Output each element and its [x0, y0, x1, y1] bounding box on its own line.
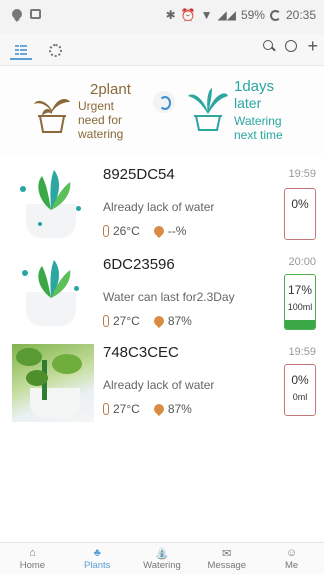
thermometer-icon — [103, 315, 109, 327]
nav-plants[interactable]: ♣ Plants — [65, 543, 130, 574]
water-level-indicator: 0% 0ml — [284, 364, 316, 416]
next-watering-summary: 1days later Watering next time — [186, 78, 316, 148]
nav-me-label: Me — [284, 560, 299, 571]
nav-home-label: Home — [19, 560, 46, 571]
water-level-volume: 0ml — [292, 392, 308, 402]
water-level-percent: 0% — [291, 197, 309, 211]
add-icon[interactable]: + — [307, 37, 318, 55]
water-level-volume: 100ml — [287, 302, 313, 312]
watering-summary: 2plant Urgent need for watering 1days la… — [0, 66, 324, 156]
home-icon: ⌂ — [29, 547, 36, 559]
image-notification-icon — [30, 9, 41, 19]
nav-message-label: Message — [207, 560, 247, 571]
signal-icon: ◢◢ — [217, 8, 236, 22]
urgent-desc-line2: need for — [78, 113, 123, 127]
healthy-plant-icon — [188, 88, 228, 131]
nav-home[interactable]: ⌂ Home — [0, 543, 65, 574]
battery-percent: 59% — [240, 8, 265, 22]
next-desc-line1: later — [234, 95, 262, 111]
app-header: + — [0, 34, 324, 66]
last-update-time: 19:59 — [288, 168, 316, 180]
plant-status: Already lack of water — [103, 200, 215, 214]
plant-status: Water can last for2.3Day — [103, 290, 235, 304]
device-ring-icon — [48, 43, 62, 57]
urgent-desc-line1: Urgent — [78, 99, 115, 113]
plant-thumbnail — [16, 256, 86, 330]
wifi-icon: ▼ — [200, 8, 213, 22]
circle-icon[interactable] — [285, 40, 298, 52]
urgent-summary: 2plant Urgent need for watering — [32, 78, 152, 148]
list-grid-icon — [15, 44, 27, 55]
humidity-icon — [151, 223, 166, 239]
nav-plants-label: Plants — [83, 560, 111, 571]
humidity-icon — [151, 313, 166, 329]
plant-row[interactable]: 8925DC54 Already lack of water 26°C --% … — [0, 160, 324, 246]
nav-watering-label: Watering — [143, 560, 181, 571]
status-bar: ✱ ⏰ ▼ ◢◢ 59% 20:35 — [0, 0, 324, 34]
tab-device-view[interactable] — [44, 40, 66, 60]
plant-row[interactable]: 6DC23596 Water can last for2.3Day 27°C 8… — [0, 250, 324, 336]
clock: 20:35 — [285, 8, 316, 22]
urgent-desc-line3: watering — [78, 127, 124, 141]
humidity-icon — [151, 401, 166, 417]
plant-id: 748C3CEC — [103, 344, 179, 361]
nav-me[interactable]: ☺ Me — [259, 543, 324, 574]
battery-icon — [269, 9, 281, 21]
plant-status: Already lack of water — [103, 378, 215, 392]
plants-icon: ♣ — [93, 547, 101, 559]
watering-can-icon: ⛲ — [155, 547, 169, 560]
nav-watering[interactable]: ⛲ Watering — [130, 543, 195, 574]
water-level-indicator: 0% — [284, 188, 316, 240]
last-update-time: 19:59 — [288, 346, 316, 358]
notification-icon — [12, 9, 22, 19]
plant-id: 8925DC54 — [103, 166, 175, 183]
plant-thumbnail — [16, 166, 86, 240]
refresh-icon[interactable] — [153, 91, 175, 113]
person-icon: ☺ — [285, 547, 298, 559]
plant-id: 6DC23596 — [103, 256, 175, 273]
plant-humidity: 87% — [167, 402, 192, 416]
plant-row[interactable]: 748C3CEC Already lack of water 27°C 87% … — [0, 338, 324, 424]
message-icon: ✉ — [222, 547, 232, 560]
water-level-percent: 0% — [291, 373, 309, 387]
wilted-plant-icon — [34, 99, 70, 133]
plant-illustration-icon — [38, 260, 71, 298]
plant-temperature: 27°C — [113, 402, 140, 416]
next-desc-line3: next time — [234, 128, 283, 142]
next-desc-line2: Watering — [234, 114, 282, 128]
nav-message[interactable]: ✉ Message — [194, 543, 259, 574]
last-update-time: 20:00 — [288, 256, 316, 268]
water-level-indicator: 17% 100ml — [284, 274, 316, 330]
water-level-fill — [285, 319, 315, 329]
plant-temperature: 27°C — [113, 314, 140, 328]
search-icon[interactable] — [263, 40, 275, 52]
next-count: 1days — [234, 78, 275, 95]
plant-photo — [12, 344, 94, 422]
bottom-navigation: ⌂ Home ♣ Plants ⛲ Watering ✉ Message ☺ M… — [0, 542, 324, 574]
thermometer-icon — [103, 403, 109, 415]
alarm-icon: ⏰ — [180, 8, 196, 22]
plant-temperature: 26°C — [113, 224, 140, 238]
urgent-count: 2plant — [90, 81, 131, 98]
thermometer-icon — [103, 225, 109, 237]
tab-list-view[interactable] — [10, 40, 32, 60]
bluetooth-icon: ✱ — [165, 8, 176, 22]
water-level-percent: 17% — [287, 283, 313, 297]
plant-humidity: 87% — [167, 314, 192, 328]
plant-humidity: --% — [167, 224, 187, 238]
